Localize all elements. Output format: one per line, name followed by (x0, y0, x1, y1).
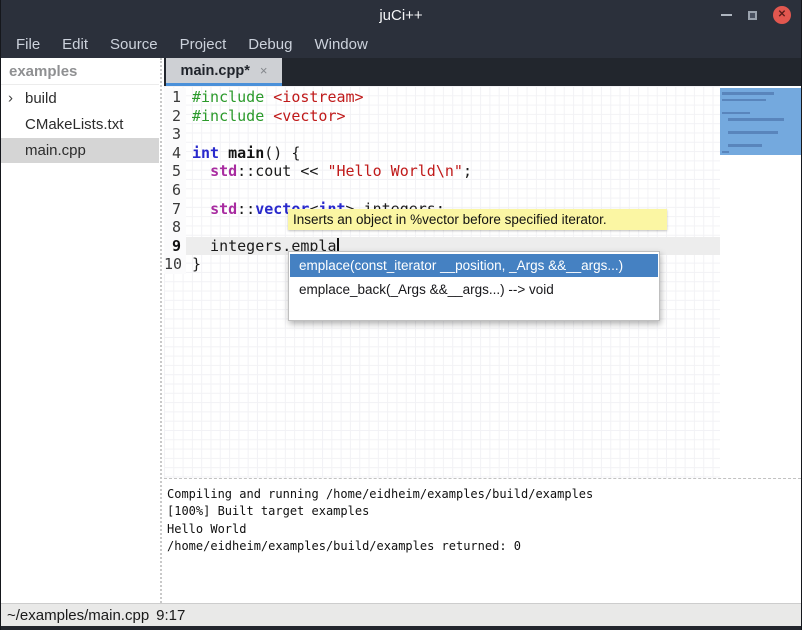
line-number: 1 (164, 88, 186, 107)
tab-main-cpp[interactable]: main.cpp* (166, 58, 282, 86)
file-tree-sidebar: examples build CMakeLists.txt main.cpp (1, 58, 159, 603)
code-line: 1#include <iostream> (164, 88, 722, 107)
completion-item[interactable]: emplace(const_iterator __position, _Args… (290, 254, 658, 277)
code-line: 4int main() { (164, 144, 722, 163)
menu-item-file[interactable]: File (5, 32, 51, 57)
code-line: 3 (164, 125, 722, 144)
line-number: 7 (164, 200, 186, 219)
code-text[interactable]: std::cout << "Hello World\n"; (186, 162, 472, 181)
window-bottom-border (1, 626, 801, 630)
terminal-output[interactable]: Compiling and running /home/eidheim/exam… (164, 483, 801, 603)
file-tree: build CMakeLists.txt main.cpp (1, 86, 159, 163)
chevron-right-icon[interactable] (8, 89, 13, 106)
sidebar-item-main-cpp[interactable]: main.cpp (1, 138, 159, 163)
doc-tooltip: Inserts an object in %vector before spec… (288, 209, 667, 230)
line-number: 10 (164, 255, 186, 274)
minimize-icon[interactable] (721, 14, 732, 16)
code-text[interactable] (186, 125, 192, 144)
line-number: 4 (164, 144, 186, 163)
menu-bar: FileEditSourceProjectDebugWindow (1, 30, 801, 58)
code-text[interactable]: #include <vector> (186, 107, 346, 126)
code-text[interactable]: #include <iostream> (186, 88, 364, 107)
tab-bar: main.cpp* (164, 58, 801, 86)
close-icon[interactable] (773, 6, 791, 24)
status-file-path: ~/examples/main.cpp (7, 607, 149, 624)
main-pane: main.cpp* 1#include <iostream>2#include … (164, 58, 801, 603)
doc-tooltip-text: Inserts an object in %vector before spec… (293, 212, 607, 227)
code-line: 6 (164, 181, 722, 200)
status-bar: ~/examples/main.cpp 9:17 (1, 603, 801, 626)
code-text[interactable]: } (186, 255, 201, 274)
source-map-viewport[interactable] (720, 88, 801, 155)
juci-window: juCi++ FileEditSourceProjectDebugWindow … (0, 0, 802, 630)
code-line: 2#include <vector> (164, 107, 722, 126)
source-map[interactable] (720, 86, 801, 478)
autocomplete-popup: emplace(const_iterator __position, _Args… (288, 251, 660, 321)
file-name: build (25, 90, 57, 107)
project-name-header: examples (1, 58, 159, 85)
window-title: juCi++ (379, 7, 422, 24)
menu-item-source[interactable]: Source (99, 32, 169, 57)
terminal-line: [100%] Built target examples (167, 503, 801, 520)
code-line: 5 std::cout << "Hello World\n"; (164, 162, 722, 181)
line-number: 5 (164, 162, 186, 181)
sidebar-splitter[interactable] (160, 58, 162, 603)
line-number: 2 (164, 107, 186, 126)
maximize-icon[interactable] (748, 11, 757, 20)
source-map-line (728, 118, 784, 121)
terminal-line: Hello World (167, 521, 801, 538)
line-number: 8 (164, 218, 186, 237)
line-number: 9 (164, 237, 186, 256)
tab-close-icon[interactable] (260, 64, 268, 77)
title-bar: juCi++ (1, 0, 801, 30)
status-cursor-position: 9:17 (156, 607, 185, 624)
menu-item-debug[interactable]: Debug (237, 32, 303, 57)
file-name: CMakeLists.txt (25, 116, 123, 133)
menu-item-project[interactable]: Project (169, 32, 238, 57)
sidebar-item-build[interactable]: build (1, 86, 159, 111)
source-map-line (728, 131, 778, 134)
menu-item-window[interactable]: Window (303, 32, 378, 57)
source-map-line (722, 99, 766, 102)
line-number: 6 (164, 181, 186, 200)
line-number: 3 (164, 125, 186, 144)
tab-label: main.cpp* (181, 63, 250, 79)
code-text[interactable] (186, 181, 192, 200)
sidebar-item-cmakelists-txt[interactable]: CMakeLists.txt (1, 112, 159, 137)
source-map-line (728, 144, 762, 147)
code-editor[interactable]: 1#include <iostream>2#include <vector>34… (164, 86, 801, 478)
completion-item[interactable]: emplace_back(_Args &&__args...) --> void (290, 278, 658, 301)
window-controls (721, 0, 791, 30)
file-name: main.cpp (25, 142, 86, 159)
source-map-line (722, 151, 729, 154)
source-map-line (722, 112, 750, 115)
terminal-line: Compiling and running /home/eidheim/exam… (167, 486, 801, 503)
source-map-line (722, 92, 774, 95)
menu-item-edit[interactable]: Edit (51, 32, 99, 57)
code-area[interactable]: 1#include <iostream>2#include <vector>34… (164, 88, 722, 274)
terminal-line: /home/eidheim/examples/build/examples re… (167, 538, 801, 555)
code-text[interactable] (186, 218, 192, 237)
code-text[interactable]: int main() { (186, 144, 300, 163)
